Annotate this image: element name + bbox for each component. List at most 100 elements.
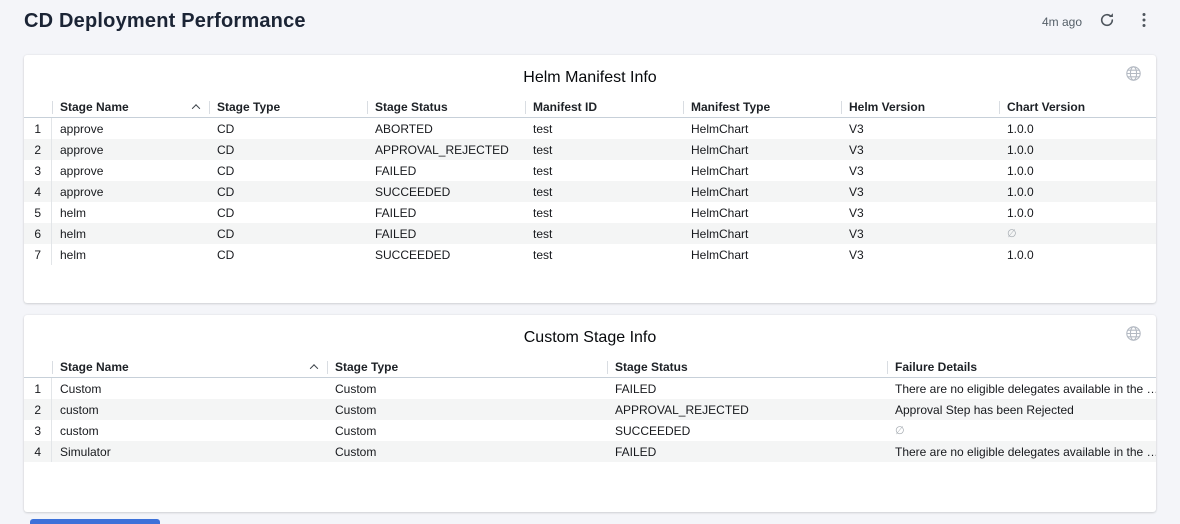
column-header-manifest-id[interactable]: Manifest ID (525, 97, 683, 117)
table-cell: FAILED (607, 441, 887, 462)
table-cell: helm (52, 202, 209, 223)
panel-links-button[interactable] (1123, 323, 1144, 347)
panel-helm-manifest-info: Helm Manifest Info Stage NameStage TypeS… (24, 55, 1156, 303)
table-row: 2customCustomAPPROVAL_REJECTEDApproval S… (24, 399, 1156, 420)
table-row: 2approveCDAPPROVAL_REJECTEDtestHelmChart… (24, 139, 1156, 160)
table-cell: approve (52, 160, 209, 181)
table-cell: helm (52, 244, 209, 265)
null-value-icon: ∅ (999, 223, 1156, 244)
table-row: 5helmCDFAILEDtestHelmChartV31.0.0 (24, 202, 1156, 223)
table-cell: V3 (841, 244, 999, 265)
table-cell: HelmChart (683, 181, 841, 202)
table-cell: V3 (841, 223, 999, 244)
table-cell: test (525, 160, 683, 181)
sort-ascending-icon (310, 364, 318, 372)
table-row: 1CustomCustomFAILEDThere are no eligible… (24, 378, 1156, 399)
column-header-manifest-type[interactable]: Manifest Type (683, 97, 841, 117)
column-header-stage-name[interactable]: Stage Name (52, 357, 327, 377)
column-label: Chart Version (1007, 100, 1085, 114)
row-number-cell: 2 (24, 399, 52, 420)
table-cell: V3 (841, 118, 999, 139)
table-header-row: Stage Name Stage Type Stage Status Manifest… (24, 97, 1156, 118)
table-cell: HelmChart (683, 223, 841, 244)
table-cell: custom (52, 420, 327, 441)
kebab-menu-icon (1142, 12, 1146, 31)
table-cell: test (525, 223, 683, 244)
row-number-cell: 3 (24, 160, 52, 181)
row-number-cell: 1 (24, 378, 52, 399)
table-cell: FAILED (367, 223, 525, 244)
table-cell: 1.0.0 (999, 160, 1156, 181)
table-header-row: Stage Name Stage Type Stage StatusFailure … (24, 357, 1156, 378)
column-label: Stage Status (375, 100, 448, 114)
clipped-blue-element (30, 519, 160, 524)
header-actions: 4m ago (1042, 10, 1148, 33)
kebab-menu-button[interactable] (1140, 10, 1148, 33)
table-cell: V3 (841, 139, 999, 160)
table-cell: CD (209, 118, 367, 139)
table-cell: CD (209, 160, 367, 181)
table-cell: test (525, 139, 683, 160)
column-header-stage-name[interactable]: Stage Name (52, 97, 209, 117)
panel-links-button[interactable] (1123, 63, 1144, 87)
column-header-chart-version[interactable]: Chart Version (999, 97, 1156, 117)
column-header-helm-version[interactable]: Helm Version (841, 97, 999, 117)
column-label: Stage Type (335, 360, 398, 374)
column-label: Manifest Type (691, 100, 770, 114)
table-cell: test (525, 181, 683, 202)
table-cell: SUCCEEDED (367, 181, 525, 202)
column-header-stage-type[interactable]: Stage Type (327, 357, 607, 377)
table-cell: test (525, 244, 683, 265)
column-label: Manifest ID (533, 100, 597, 114)
table-body: 1approveCDABORTEDtestHelmChartV31.0.02ap… (24, 118, 1156, 265)
refresh-button[interactable] (1097, 10, 1117, 33)
column-header-stage-type[interactable]: Stage Type (209, 97, 367, 117)
table-cell: 1.0.0 (999, 139, 1156, 160)
column-header-stage-status[interactable]: Stage Status (607, 357, 887, 377)
page-title: CD Deployment Performance (24, 10, 306, 33)
table-cell: ABORTED (367, 118, 525, 139)
last-refresh-label: 4m ago (1042, 15, 1082, 29)
table-cell: HelmChart (683, 244, 841, 265)
table-cell: SUCCEEDED (607, 420, 887, 441)
table-cell: Custom (327, 378, 607, 399)
table-cell: FAILED (367, 202, 525, 223)
table-cell: Simulator (52, 441, 327, 462)
row-number-cell: 1 (24, 118, 52, 139)
table-cell: approve (52, 139, 209, 160)
row-number-cell: 5 (24, 202, 52, 223)
row-number-cell: 4 (24, 181, 52, 202)
table-cell: V3 (841, 160, 999, 181)
custom-stage-table: Stage Name Stage Type Stage StatusFailure … (24, 357, 1156, 462)
table-body: 1CustomCustomFAILEDThere are no eligible… (24, 378, 1156, 462)
table-cell: SUCCEEDED (367, 244, 525, 265)
column-label: Stage Type (217, 100, 280, 114)
table-cell: FAILED (367, 160, 525, 181)
row-number-cell: 7 (24, 244, 52, 265)
table-cell: CD (209, 244, 367, 265)
column-label: Helm Version (849, 100, 925, 114)
refresh-icon (1099, 12, 1115, 31)
row-number-header (24, 97, 52, 117)
table-cell: 1.0.0 (999, 244, 1156, 265)
column-header-failure-details[interactable]: Failure Details (887, 357, 1156, 377)
column-label: Stage Name (60, 100, 129, 114)
panel-custom-stage-info: Custom Stage Info Stage NameStage TypeSt… (24, 315, 1156, 512)
table-cell: CD (209, 139, 367, 160)
table-cell: CD (209, 181, 367, 202)
table-cell: V3 (841, 202, 999, 223)
table-cell: CD (209, 202, 367, 223)
globe-icon (1125, 330, 1142, 345)
column-header-stage-status[interactable]: Stage Status (367, 97, 525, 117)
table-cell: APPROVAL_REJECTED (367, 139, 525, 160)
row-number-cell: 6 (24, 223, 52, 244)
table-cell: custom (52, 399, 327, 420)
table-cell: HelmChart (683, 118, 841, 139)
row-number-cell: 4 (24, 441, 52, 462)
row-number-header (24, 357, 52, 377)
panel-title: Custom Stage Info (24, 315, 1156, 347)
column-label: Stage Name (60, 360, 129, 374)
table-cell: V3 (841, 181, 999, 202)
table-cell: approve (52, 118, 209, 139)
table-row: 7helmCDSUCCEEDEDtestHelmChartV31.0.0 (24, 244, 1156, 265)
